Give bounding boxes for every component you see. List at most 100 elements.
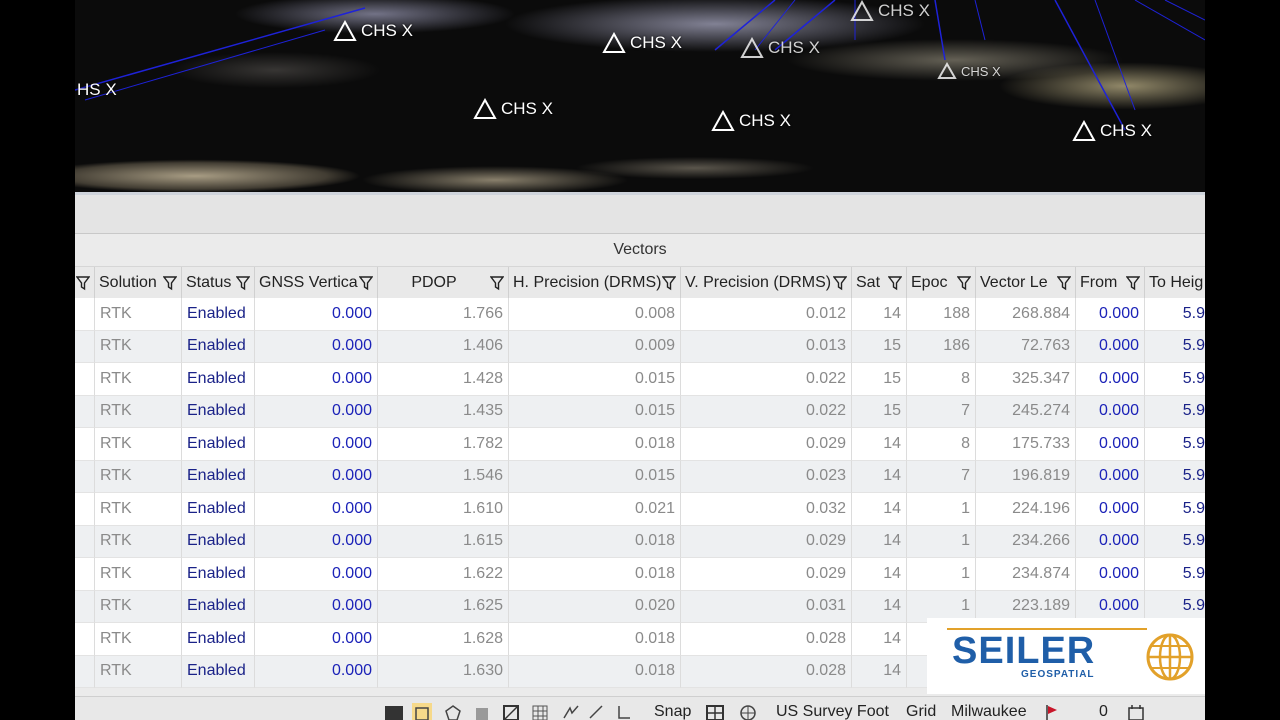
snap-point-icon[interactable] xyxy=(561,703,581,720)
filter-icon[interactable] xyxy=(957,275,971,291)
station-marker[interactable]: CHS X xyxy=(333,20,413,42)
h-precision-cell: 0.018 xyxy=(509,655,681,688)
status-cell[interactable]: Enabled xyxy=(182,298,255,331)
station-marker[interactable]: HS X xyxy=(77,80,117,100)
table-row[interactable]: RTK Enabled 0.000 1.435 0.015 0.022 15 7 245.274… xyxy=(75,395,1205,428)
to-height-cell: 5.9 xyxy=(1145,493,1205,526)
grid-icon[interactable] xyxy=(530,703,550,720)
map-icon[interactable] xyxy=(705,703,725,720)
epochs-cell: 188 xyxy=(907,298,976,331)
status-cell[interactable]: Enabled xyxy=(182,493,255,526)
row-selector[interactable] xyxy=(75,428,95,461)
status-cell[interactable]: Enabled xyxy=(182,558,255,591)
flag-icon[interactable] xyxy=(1042,703,1062,720)
table-row[interactable]: RTK Enabled 0.000 1.622 0.018 0.029 14 1 234.874… xyxy=(75,558,1205,591)
filter-icon[interactable] xyxy=(76,275,90,291)
point-cloud-viewport[interactable]: HS X CHS X CHS X CHS X CHS X CHS X CHS X xyxy=(75,0,1205,192)
filter-icon[interactable] xyxy=(359,275,373,291)
solution-cell: RTK xyxy=(95,493,182,526)
column-header-epochs[interactable]: Epoc xyxy=(907,267,976,299)
filter-icon[interactable] xyxy=(662,275,676,291)
status-cell[interactable]: Enabled xyxy=(182,460,255,493)
status-cell[interactable]: Enabled xyxy=(182,330,255,363)
table-row[interactable]: RTK Enabled 0.000 1.610 0.021 0.032 14 1 224.196… xyxy=(75,493,1205,526)
table-row[interactable]: RTK Enabled 0.000 1.546 0.015 0.023 14 7 196.819… xyxy=(75,460,1205,493)
status-cell[interactable]: Enabled xyxy=(182,590,255,623)
table-row[interactable]: RTK Enabled 0.000 1.766 0.008 0.012 14 188 268.8… xyxy=(75,298,1205,331)
status-cell[interactable]: Enabled xyxy=(182,655,255,688)
row-selector[interactable] xyxy=(75,655,95,688)
status-cell[interactable]: Enabled xyxy=(182,525,255,558)
row-selector[interactable] xyxy=(75,493,95,526)
filter-icon[interactable] xyxy=(236,275,250,291)
row-selector[interactable] xyxy=(75,298,95,331)
grid-selector[interactable]: Grid xyxy=(906,703,936,720)
status-cell[interactable]: Enabled xyxy=(182,363,255,396)
station-marker[interactable]: CHS X xyxy=(740,37,820,59)
column-header-gnss-vertical[interactable]: GNSS Vertica xyxy=(255,267,378,299)
row-selector[interactable] xyxy=(75,525,95,558)
column-header-status[interactable]: Status xyxy=(182,267,255,299)
status-cell[interactable]: Enabled xyxy=(182,428,255,461)
window-icon[interactable] xyxy=(501,703,521,720)
row-selector[interactable] xyxy=(75,460,95,493)
row-selector[interactable] xyxy=(75,330,95,363)
select-polygon-icon[interactable] xyxy=(443,703,463,720)
station-label: CHS X xyxy=(630,33,682,52)
station-label: CHS X xyxy=(739,111,791,130)
filter-icon[interactable] xyxy=(490,275,504,291)
vector-length-cell: 325.347 xyxy=(976,363,1076,396)
row-selector[interactable] xyxy=(75,395,95,428)
v-precision-cell: 0.028 xyxy=(681,623,852,656)
units-selector[interactable]: US Survey Foot xyxy=(776,703,889,720)
snap-line-icon[interactable] xyxy=(587,703,607,720)
column-header-pdop[interactable]: PDOP xyxy=(378,267,509,299)
column-header-vector-length[interactable]: Vector Le xyxy=(976,267,1076,299)
filter-icon[interactable] xyxy=(833,275,847,291)
calendar-icon[interactable] xyxy=(1126,703,1146,720)
filter-icon[interactable] xyxy=(888,275,902,291)
layers-icon[interactable] xyxy=(472,703,492,720)
station-marker[interactable]: CHS X xyxy=(850,0,930,22)
column-header-sat[interactable]: Sat xyxy=(852,267,907,299)
table-row[interactable]: RTK Enabled 0.000 1.406 0.009 0.013 15 186 72.76… xyxy=(75,330,1205,363)
column-label: GNSS Vertica xyxy=(259,274,358,291)
from-cell: 0.000 xyxy=(1076,363,1145,396)
globe-settings-icon[interactable] xyxy=(738,703,758,720)
station-marker[interactable]: CHS X xyxy=(602,32,682,54)
status-cell[interactable]: Enabled xyxy=(182,395,255,428)
column-header-h-precision[interactable]: H. Precision (DRMS) xyxy=(509,267,681,299)
station-marker[interactable]: CHS X xyxy=(1072,120,1152,142)
snap-button[interactable]: Snap xyxy=(654,703,691,720)
station-marker[interactable]: CHS X xyxy=(711,110,791,132)
filter-icon[interactable] xyxy=(1126,275,1140,291)
row-selector[interactable] xyxy=(75,363,95,396)
pdop-cell: 1.428 xyxy=(378,363,509,396)
select-rectangle-icon[interactable] xyxy=(412,703,432,720)
row-selector[interactable] xyxy=(75,558,95,591)
snap-perpendicular-icon[interactable] xyxy=(613,703,633,720)
filter-icon[interactable] xyxy=(1057,275,1071,291)
table-row[interactable]: RTK Enabled 0.000 1.782 0.018 0.029 14 8 175.733… xyxy=(75,428,1205,461)
status-cell[interactable]: Enabled xyxy=(182,623,255,656)
column-header-from[interactable]: From xyxy=(1076,267,1145,299)
solution-cell: RTK xyxy=(95,525,182,558)
location-selector[interactable]: Milwaukee xyxy=(951,703,1027,720)
pdop-cell: 1.622 xyxy=(378,558,509,591)
column-header-to-height[interactable]: To Heig xyxy=(1145,267,1205,299)
column-header[interactable] xyxy=(75,267,95,299)
h-precision-cell: 0.015 xyxy=(509,460,681,493)
column-header-v-precision[interactable]: V. Precision (DRMS) xyxy=(681,267,852,299)
table-row[interactable]: RTK Enabled 0.000 1.615 0.018 0.029 14 1 234.266… xyxy=(75,525,1205,558)
terminal-icon[interactable] xyxy=(384,703,404,720)
sat-cell: 15 xyxy=(852,363,907,396)
sat-cell: 14 xyxy=(852,428,907,461)
column-header-solution[interactable]: Solution xyxy=(95,267,182,299)
h-precision-cell: 0.008 xyxy=(509,298,681,331)
table-row[interactable]: RTK Enabled 0.000 1.428 0.015 0.022 15 8 325.347… xyxy=(75,363,1205,396)
station-marker[interactable]: CHS X xyxy=(473,98,553,120)
station-marker[interactable]: CHS X xyxy=(937,62,1001,80)
row-selector[interactable] xyxy=(75,590,95,623)
row-selector[interactable] xyxy=(75,623,95,656)
filter-icon[interactable] xyxy=(163,275,177,291)
